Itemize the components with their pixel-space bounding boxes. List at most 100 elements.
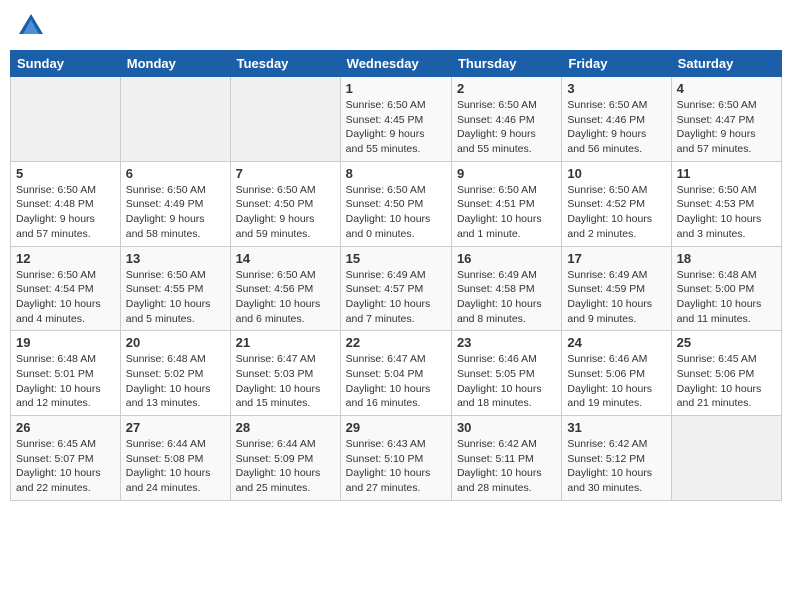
weekday-header-tuesday: Tuesday [230, 51, 340, 77]
day-info: Sunrise: 6:50 AM Sunset: 4:56 PM Dayligh… [236, 268, 335, 327]
calendar-cell: 9 Sunrise: 6:50 AM Sunset: 4:51 PM Daylig… [451, 161, 561, 246]
day-info: Sunrise: 6:49 AM Sunset: 4:59 PM Dayligh… [567, 268, 665, 327]
day-number: 16 [457, 251, 556, 266]
calendar-cell: 1 Sunrise: 6:50 AM Sunset: 4:45 PM Daylig… [340, 77, 451, 162]
calendar-cell: 13 Sunrise: 6:50 AM Sunset: 4:55 PM Dayli… [120, 246, 230, 331]
week-row-4: 19 Sunrise: 6:48 AM Sunset: 5:01 PM Dayli… [11, 331, 782, 416]
day-number: 13 [126, 251, 225, 266]
calendar-cell: 6 Sunrise: 6:50 AM Sunset: 4:49 PM Daylig… [120, 161, 230, 246]
calendar-page: SundayMondayTuesdayWednesdayThursdayFrid… [0, 0, 792, 511]
week-row-5: 26 Sunrise: 6:45 AM Sunset: 5:07 PM Dayli… [11, 416, 782, 501]
calendar-cell: 17 Sunrise: 6:49 AM Sunset: 4:59 PM Dayli… [562, 246, 671, 331]
day-number: 4 [677, 81, 776, 96]
calendar-cell [120, 77, 230, 162]
calendar-cell: 12 Sunrise: 6:50 AM Sunset: 4:54 PM Dayli… [11, 246, 121, 331]
day-info: Sunrise: 6:42 AM Sunset: 5:12 PM Dayligh… [567, 437, 665, 496]
day-number: 26 [16, 420, 115, 435]
calendar-cell: 10 Sunrise: 6:50 AM Sunset: 4:52 PM Dayli… [562, 161, 671, 246]
day-number: 27 [126, 420, 225, 435]
calendar-cell: 2Sunrise: 6:50 AM Sunset: 4:46 PM Daylig… [451, 77, 561, 162]
day-info: Sunrise: 6:50 AM Sunset: 4:45 PM Dayligh… [346, 98, 446, 157]
day-number: 8 [346, 166, 446, 181]
day-number: 3 [567, 81, 665, 96]
calendar-cell: 11Sunrise: 6:50 AM Sunset: 4:53 PM Dayli… [671, 161, 781, 246]
day-number: 14 [236, 251, 335, 266]
calendar-cell: 8 Sunrise: 6:50 AM Sunset: 4:50 PM Daylig… [340, 161, 451, 246]
weekday-header-sunday: Sunday [11, 51, 121, 77]
header [10, 10, 782, 42]
day-info: Sunrise: 6:43 AM Sunset: 5:10 PM Dayligh… [346, 437, 446, 496]
week-row-3: 12 Sunrise: 6:50 AM Sunset: 4:54 PM Dayli… [11, 246, 782, 331]
calendar-cell: 7Sunrise: 6:50 AM Sunset: 4:50 PM Daylig… [230, 161, 340, 246]
calendar-cell: 5 Sunrise: 6:50 AM Sunset: 4:48 PM Daylig… [11, 161, 121, 246]
day-number: 18 [677, 251, 776, 266]
day-info: Sunrise: 6:50 AM Sunset: 4:48 PM Dayligh… [16, 183, 115, 242]
day-number: 23 [457, 335, 556, 350]
day-info: Sunrise: 6:44 AM Sunset: 5:09 PM Dayligh… [236, 437, 335, 496]
day-info: Sunrise: 6:47 AM Sunset: 5:03 PM Dayligh… [236, 352, 335, 411]
day-info: Sunrise: 6:50 AM Sunset: 4:46 PM Dayligh… [457, 98, 556, 157]
day-info: Sunrise: 6:50 AM Sunset: 4:55 PM Dayligh… [126, 268, 225, 327]
calendar-cell: 19 Sunrise: 6:48 AM Sunset: 5:01 PM Dayli… [11, 331, 121, 416]
week-row-1: 1 Sunrise: 6:50 AM Sunset: 4:45 PM Daylig… [11, 77, 782, 162]
day-info: Sunrise: 6:46 AM Sunset: 5:06 PM Dayligh… [567, 352, 665, 411]
day-info: Sunrise: 6:50 AM Sunset: 4:51 PM Dayligh… [457, 183, 556, 242]
day-number: 21 [236, 335, 335, 350]
day-number: 22 [346, 335, 446, 350]
day-number: 6 [126, 166, 225, 181]
calendar-cell: 25 Sunrise: 6:45 AM Sunset: 5:06 PM Dayli… [671, 331, 781, 416]
day-number: 12 [16, 251, 115, 266]
calendar-cell [230, 77, 340, 162]
day-info: Sunrise: 6:50 AM Sunset: 4:49 PM Dayligh… [126, 183, 225, 242]
logo-icon [15, 10, 47, 42]
day-number: 29 [346, 420, 446, 435]
day-number: 25 [677, 335, 776, 350]
day-number: 7 [236, 166, 335, 181]
day-info: Sunrise: 6:48 AM Sunset: 5:00 PM Dayligh… [677, 268, 776, 327]
day-info: Sunrise: 6:46 AM Sunset: 5:05 PM Dayligh… [457, 352, 556, 411]
weekday-header-wednesday: Wednesday [340, 51, 451, 77]
week-row-2: 5 Sunrise: 6:50 AM Sunset: 4:48 PM Daylig… [11, 161, 782, 246]
day-number: 30 [457, 420, 556, 435]
calendar-cell: 30Sunrise: 6:42 AM Sunset: 5:11 PM Dayli… [451, 416, 561, 501]
day-number: 5 [16, 166, 115, 181]
weekday-header-thursday: Thursday [451, 51, 561, 77]
day-info: Sunrise: 6:45 AM Sunset: 5:06 PM Dayligh… [677, 352, 776, 411]
calendar-cell: 23 Sunrise: 6:46 AM Sunset: 5:05 PM Dayli… [451, 331, 561, 416]
calendar-cell: 20 Sunrise: 6:48 AM Sunset: 5:02 PM Dayli… [120, 331, 230, 416]
calendar-cell: 28 Sunrise: 6:44 AM Sunset: 5:09 PM Dayli… [230, 416, 340, 501]
day-info: Sunrise: 6:49 AM Sunset: 4:58 PM Dayligh… [457, 268, 556, 327]
day-info: Sunrise: 6:50 AM Sunset: 4:46 PM Dayligh… [567, 98, 665, 157]
calendar-cell: 4Sunrise: 6:50 AM Sunset: 4:47 PM Daylig… [671, 77, 781, 162]
weekday-header-row: SundayMondayTuesdayWednesdayThursdayFrid… [11, 51, 782, 77]
calendar-cell: 29 Sunrise: 6:43 AM Sunset: 5:10 PM Dayli… [340, 416, 451, 501]
day-info: Sunrise: 6:48 AM Sunset: 5:02 PM Dayligh… [126, 352, 225, 411]
day-info: Sunrise: 6:50 AM Sunset: 4:54 PM Dayligh… [16, 268, 115, 327]
calendar-cell: 24 Sunrise: 6:46 AM Sunset: 5:06 PM Dayli… [562, 331, 671, 416]
day-number: 1 [346, 81, 446, 96]
day-info: Sunrise: 6:50 AM Sunset: 4:53 PM Dayligh… [677, 183, 776, 242]
calendar-cell: 3 Sunrise: 6:50 AM Sunset: 4:46 PM Daylig… [562, 77, 671, 162]
day-number: 17 [567, 251, 665, 266]
weekday-header-friday: Friday [562, 51, 671, 77]
day-number: 20 [126, 335, 225, 350]
calendar-cell [671, 416, 781, 501]
calendar-cell: 21 Sunrise: 6:47 AM Sunset: 5:03 PM Dayli… [230, 331, 340, 416]
calendar-cell: 15 Sunrise: 6:49 AM Sunset: 4:57 PM Dayli… [340, 246, 451, 331]
calendar-cell: 14 Sunrise: 6:50 AM Sunset: 4:56 PM Dayli… [230, 246, 340, 331]
day-number: 10 [567, 166, 665, 181]
calendar-cell: 27 Sunrise: 6:44 AM Sunset: 5:08 PM Dayli… [120, 416, 230, 501]
day-info: Sunrise: 6:50 AM Sunset: 4:50 PM Dayligh… [346, 183, 446, 242]
day-number: 19 [16, 335, 115, 350]
day-info: Sunrise: 6:50 AM Sunset: 4:52 PM Dayligh… [567, 183, 665, 242]
day-info: Sunrise: 6:47 AM Sunset: 5:04 PM Dayligh… [346, 352, 446, 411]
day-number: 9 [457, 166, 556, 181]
day-info: Sunrise: 6:45 AM Sunset: 5:07 PM Dayligh… [16, 437, 115, 496]
day-number: 24 [567, 335, 665, 350]
day-number: 28 [236, 420, 335, 435]
calendar-cell: 31Sunrise: 6:42 AM Sunset: 5:12 PM Dayli… [562, 416, 671, 501]
day-info: Sunrise: 6:48 AM Sunset: 5:01 PM Dayligh… [16, 352, 115, 411]
day-info: Sunrise: 6:44 AM Sunset: 5:08 PM Dayligh… [126, 437, 225, 496]
day-number: 15 [346, 251, 446, 266]
day-info: Sunrise: 6:49 AM Sunset: 4:57 PM Dayligh… [346, 268, 446, 327]
